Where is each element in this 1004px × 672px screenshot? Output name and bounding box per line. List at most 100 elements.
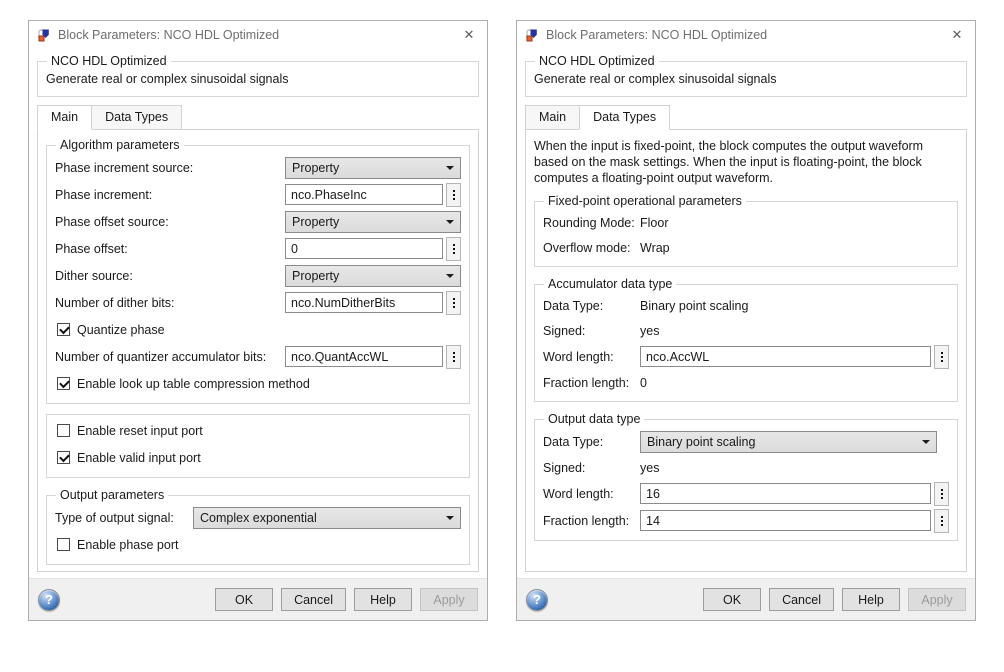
tab-bar: Main Data Types xyxy=(37,105,479,130)
dialog-footer: ? OK Cancel Help Apply xyxy=(517,578,975,620)
acc-word-length-input[interactable] xyxy=(640,346,931,367)
dither-source-combobox[interactable]: Property xyxy=(285,265,461,287)
quantize-phase-checkbox[interactable]: Quantize phase xyxy=(55,316,461,343)
checkbox-icon xyxy=(57,538,70,551)
algorithm-parameters-group: Algorithm parameters Phase increment sou… xyxy=(46,138,470,404)
param-row: Word length: xyxy=(543,480,949,507)
phase-offset-menu-button[interactable] xyxy=(446,237,461,261)
selected-option: Binary point scaling xyxy=(647,435,918,449)
tab-main[interactable]: Main xyxy=(525,105,580,130)
chevron-down-icon xyxy=(922,440,930,444)
selected-option: Property xyxy=(292,161,442,175)
tab-panel-main: Algorithm parameters Phase increment sou… xyxy=(37,129,479,572)
info-row: Overflow mode: Wrap xyxy=(543,235,949,260)
out-word-length-input[interactable] xyxy=(640,483,931,504)
param-row: Fraction length: xyxy=(543,507,949,534)
title-bar[interactable]: Block Parameters: NCO HDL Optimized ✕ xyxy=(517,21,975,48)
ok-button[interactable]: OK xyxy=(703,588,761,611)
enable-phase-port-checkbox[interactable]: Enable phase port xyxy=(55,531,461,558)
output-data-type-group: Output data type Data Type: Binary point… xyxy=(534,412,958,541)
enable-valid-input-port-checkbox[interactable]: Enable valid input port xyxy=(55,444,461,471)
overflow-mode-label: Overflow mode: xyxy=(543,241,640,255)
help-button[interactable]: Help xyxy=(354,588,412,611)
output-parameters-group: Output parameters Type of output signal:… xyxy=(46,488,470,565)
group-legend: Fixed-point operational parameters xyxy=(544,194,746,208)
tab-panel-data-types: When the input is fixed-point, the block… xyxy=(525,129,967,572)
acc-word-length-menu-button[interactable] xyxy=(934,345,949,369)
out-word-length-menu-button[interactable] xyxy=(934,482,949,506)
enable-reset-input-port-checkbox[interactable]: Enable reset input port xyxy=(55,417,461,444)
number-of-dither-bits-input[interactable] xyxy=(285,292,443,313)
number-of-quantizer-accumulator-bits-input[interactable] xyxy=(285,346,443,367)
checkbox-icon xyxy=(57,377,70,390)
close-icon[interactable]: ✕ xyxy=(451,21,487,48)
checkbox-label: Enable look up table compression method xyxy=(77,377,310,391)
type-of-output-signal-label: Type of output signal: xyxy=(55,511,193,525)
info-row: Data Type: Binary point scaling xyxy=(543,293,949,318)
dither-source-label: Dither source: xyxy=(55,269,285,283)
tab-main[interactable]: Main xyxy=(37,105,92,130)
type-of-output-signal-combobox[interactable]: Complex exponential xyxy=(193,507,461,529)
selected-option: Complex exponential xyxy=(200,511,442,525)
chevron-down-icon xyxy=(446,274,454,278)
param-row: Type of output signal: Complex exponenti… xyxy=(55,504,461,531)
out-fraction-length-input[interactable] xyxy=(640,510,931,531)
checkbox-icon xyxy=(57,451,70,464)
number-of-dither-bits-menu-button[interactable] xyxy=(446,291,461,315)
param-row: Dither source: Property xyxy=(55,262,461,289)
phase-increment-label: Phase increment: xyxy=(55,188,285,202)
tab-data-types[interactable]: Data Types xyxy=(579,105,670,130)
selected-option: Property xyxy=(292,215,442,229)
number-of-dither-bits-label: Number of dither bits: xyxy=(55,296,285,310)
param-row: Phase offset: xyxy=(55,235,461,262)
mask-title: NCO HDL Optimized xyxy=(47,54,171,68)
out-data-type-combobox[interactable]: Binary point scaling xyxy=(640,431,937,453)
phase-offset-input[interactable] xyxy=(285,238,443,259)
title-bar[interactable]: Block Parameters: NCO HDL Optimized ✕ xyxy=(29,21,487,48)
phase-increment-source-combobox[interactable]: Property xyxy=(285,157,461,179)
phase-increment-menu-button[interactable] xyxy=(446,183,461,207)
phase-offset-source-combobox[interactable]: Property xyxy=(285,211,461,233)
dialog-body: NCO HDL Optimized Generate real or compl… xyxy=(29,48,487,578)
out-fraction-length-menu-button[interactable] xyxy=(934,509,949,533)
chevron-down-icon xyxy=(446,166,454,170)
checkbox-icon xyxy=(57,424,70,437)
mask-description: Generate real or complex sinusoidal sign… xyxy=(534,72,958,86)
cancel-button[interactable]: Cancel xyxy=(281,588,346,611)
button-row: OK Cancel Help Apply xyxy=(215,588,478,611)
rounding-mode-value: Floor xyxy=(640,216,668,230)
cancel-button[interactable]: Cancel xyxy=(769,588,834,611)
help-button[interactable]: Help xyxy=(842,588,900,611)
number-of-quantizer-accumulator-bits-menu-button[interactable] xyxy=(446,345,461,369)
out-signed-value: yes xyxy=(640,461,659,475)
apply-button[interactable]: Apply xyxy=(420,588,478,611)
chevron-down-icon xyxy=(446,516,454,520)
dialog-footer: ? OK Cancel Help Apply xyxy=(29,578,487,620)
window-title: Block Parameters: NCO HDL Optimized xyxy=(58,28,279,42)
block-parameters-dialog-main: Block Parameters: NCO HDL Optimized ✕ NC… xyxy=(28,20,488,621)
tab-data-types[interactable]: Data Types xyxy=(91,105,182,130)
enable-lut-compression-checkbox[interactable]: Enable look up table compression method xyxy=(55,370,461,397)
mask-header-group: NCO HDL Optimized Generate real or compl… xyxy=(525,54,967,97)
phase-increment-input[interactable] xyxy=(285,184,443,205)
out-data-type-label: Data Type: xyxy=(543,435,640,449)
info-row: Rounding Mode: Floor xyxy=(543,210,949,235)
apply-button[interactable]: Apply xyxy=(908,588,966,611)
phase-increment-source-label: Phase increment source: xyxy=(55,161,285,175)
acc-fraction-length-value: 0 xyxy=(640,376,647,390)
checkbox-label: Enable phase port xyxy=(77,538,178,552)
help-icon[interactable]: ? xyxy=(38,589,60,611)
acc-word-length-label: Word length: xyxy=(543,350,640,364)
simulink-block-icon xyxy=(524,27,540,43)
group-legend: Algorithm parameters xyxy=(56,138,184,152)
param-row: Phase increment: xyxy=(55,181,461,208)
help-icon[interactable]: ? xyxy=(526,589,548,611)
button-row: OK Cancel Help Apply xyxy=(703,588,966,611)
group-legend: Accumulator data type xyxy=(544,277,676,291)
port-options-group: Enable reset input port Enable valid inp… xyxy=(46,414,470,478)
data-types-intro-text: When the input is fixed-point, the block… xyxy=(534,138,958,186)
checkbox-label: Enable reset input port xyxy=(77,424,203,438)
acc-data-type-value: Binary point scaling xyxy=(640,299,748,313)
close-icon[interactable]: ✕ xyxy=(939,21,975,48)
ok-button[interactable]: OK xyxy=(215,588,273,611)
